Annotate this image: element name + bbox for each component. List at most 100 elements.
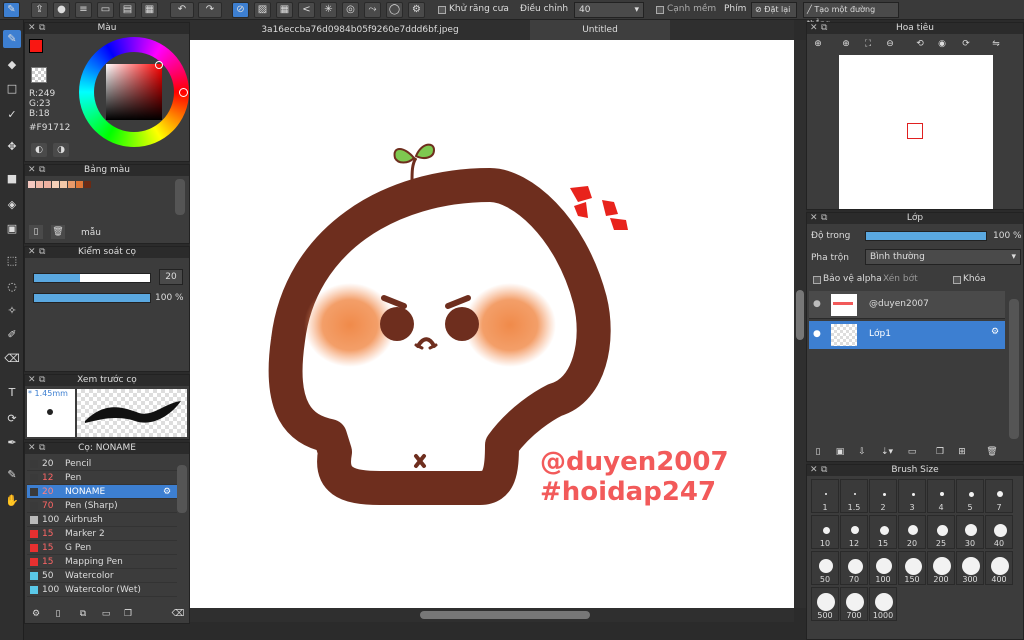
color-mix-icon[interactable]: ◑: [53, 143, 69, 157]
navigator-viewport[interactable]: [907, 123, 923, 139]
brush-item[interactable]: 20 NONAME ⚙: [27, 485, 177, 499]
operation-icon[interactable]: ⟳: [3, 410, 21, 428]
hue-cursor[interactable]: [179, 88, 188, 97]
brush-size-option[interactable]: 12: [840, 515, 868, 549]
brush-icon[interactable]: ✎: [3, 30, 21, 48]
reset-rotation-icon[interactable]: ◉: [935, 37, 949, 51]
text-icon[interactable]: T: [3, 384, 21, 402]
brush-size-option[interactable]: 70: [840, 551, 868, 585]
vertical-scroll-thumb[interactable]: [796, 290, 804, 340]
saturation-square[interactable]: [106, 64, 162, 120]
copy-icon[interactable]: ❐: [121, 607, 135, 621]
brush-size-option[interactable]: 100: [869, 551, 897, 585]
navigator-preview[interactable]: [839, 55, 993, 209]
brush-item[interactable]: 100 Watercolor (Wet): [27, 583, 177, 597]
tab-document[interactable]: 3a16eccba76d0984b05f9260e7ddd6bf.jpeg: [190, 20, 530, 40]
brush-size-option[interactable]: 150: [898, 551, 926, 585]
brush-size-value[interactable]: 20: [159, 269, 183, 285]
palette-swatch[interactable]: [52, 181, 59, 188]
palette-icon[interactable]: ◐: [31, 143, 47, 157]
reset-button[interactable]: ⊘ Đặt lại: [751, 2, 797, 18]
curve-ruler-icon[interactable]: ⤳: [364, 2, 381, 18]
brush-size-option[interactable]: 50: [811, 551, 839, 585]
brush-size-option[interactable]: 20: [898, 515, 926, 549]
brush-size-option[interactable]: 500: [811, 587, 839, 621]
brush-size-option[interactable]: 40: [985, 515, 1013, 549]
canvas-vertical-scrollbar[interactable]: [794, 40, 806, 608]
smudge-icon[interactable]: ✓: [3, 106, 21, 124]
select-icon[interactable]: ⬚: [3, 252, 21, 270]
straight-line-button[interactable]: ╱ Tạo một đường thẳng: [803, 2, 899, 28]
palette-swatch[interactable]: [28, 181, 35, 188]
palette-scrollbar[interactable]: [175, 179, 185, 215]
adjust-select[interactable]: 40 ▾: [574, 2, 644, 18]
radial-icon[interactable]: ✳: [320, 2, 337, 18]
folder-icon[interactable]: ▭: [99, 607, 113, 621]
new-palette-icon[interactable]: ▯: [29, 225, 43, 239]
brush-item[interactable]: 12 Pen: [27, 471, 177, 485]
bucket-icon[interactable]: ◈: [3, 196, 21, 214]
brush-size-option[interactable]: 25: [927, 515, 955, 549]
flip-icon[interactable]: ⇋: [989, 37, 1003, 51]
palette-swatch[interactable]: [68, 181, 75, 188]
palette-swatch[interactable]: [76, 181, 83, 188]
brush-size-option[interactable]: 10: [811, 515, 839, 549]
brush-size-option[interactable]: 700: [840, 587, 868, 621]
duplicate-layer-icon[interactable]: ❐: [933, 445, 947, 459]
magic-wand-icon[interactable]: ✧: [3, 302, 21, 320]
snap-off-icon[interactable]: ⊘: [232, 2, 249, 18]
zoom-in-icon[interactable]: ⊕: [811, 37, 825, 51]
brush-size-option[interactable]: 1.5: [840, 479, 868, 513]
new-layer-2-icon[interactable]: ▣: [833, 445, 847, 459]
palette-swatch[interactable]: [36, 181, 43, 188]
zoom-plus-icon[interactable]: ⊕: [839, 37, 853, 51]
brush-size-option[interactable]: 15: [869, 515, 897, 549]
select-pen-icon[interactable]: ✐: [3, 326, 21, 344]
palette-swatch[interactable]: [44, 181, 51, 188]
pen-icon[interactable]: ✎: [3, 466, 21, 484]
ellipse-ruler-icon[interactable]: ◯: [386, 2, 403, 18]
brush-size-option[interactable]: 2: [869, 479, 897, 513]
cross-ruler-icon[interactable]: ▦: [276, 2, 293, 18]
trash-icon[interactable]: 🗑: [51, 225, 65, 239]
delete-layer-icon[interactable]: 🗑: [985, 445, 999, 459]
brush-item[interactable]: 50 Watercolor: [27, 569, 177, 583]
brush-size-option[interactable]: 30: [956, 515, 984, 549]
brush-size-option[interactable]: 4: [927, 479, 955, 513]
gear-icon[interactable]: ⚙: [163, 485, 171, 499]
comment-icon[interactable]: ●: [53, 2, 70, 18]
soft-edge-checkbox[interactable]: [656, 6, 664, 14]
new-brush-icon[interactable]: ▯: [51, 607, 65, 621]
fit-icon[interactable]: ⛶: [861, 37, 875, 51]
brush-item[interactable]: 15 Marker 2: [27, 527, 177, 541]
brush-size-option[interactable]: 3: [898, 479, 926, 513]
duplicate-brush-icon[interactable]: ⧉: [73, 607, 93, 621]
transparent-swatch[interactable]: [31, 67, 47, 83]
zoom-out-icon[interactable]: ⊖: [883, 37, 897, 51]
layer-settings-icon[interactable]: ⊞: [955, 445, 969, 459]
drawing-canvas[interactable]: @duyen2007 #hoidap247: [190, 40, 794, 608]
blend-select[interactable]: Bình thường ▾: [865, 249, 1021, 265]
layer-folder-icon[interactable]: ▭: [905, 445, 919, 459]
brush-item[interactable]: 20 Pencil: [27, 457, 177, 471]
circle-ruler-icon[interactable]: ◎: [342, 2, 359, 18]
protect-alpha-checkbox[interactable]: [813, 276, 821, 284]
rect-select-icon[interactable]: □: [3, 80, 21, 98]
menu-icon[interactable]: ≡: [75, 2, 92, 18]
brush-size-option[interactable]: 400: [985, 551, 1013, 585]
brush-list-scrollbar[interactable]: [177, 465, 187, 513]
antialias-checkbox[interactable]: [438, 6, 446, 14]
brush-item[interactable]: 15 Mapping Pen: [27, 555, 177, 569]
export-icon[interactable]: ⇪: [31, 2, 48, 18]
palette-swatch[interactable]: [60, 181, 67, 188]
brush-size-option[interactable]: 1: [811, 479, 839, 513]
horizontal-scroll-thumb[interactable]: [420, 611, 590, 619]
brush-size-option[interactable]: 5: [956, 479, 984, 513]
hue-wheel[interactable]: [79, 37, 189, 147]
select-eraser-icon[interactable]: ⌫: [3, 350, 21, 368]
rotate-left-icon[interactable]: ⟲: [913, 37, 927, 51]
merge-icon[interactable]: ⇣▾: [877, 445, 897, 459]
brush-size-option[interactable]: 200: [927, 551, 955, 585]
sv-cursor[interactable]: [155, 61, 163, 69]
brush-item[interactable]: 100 Airbrush: [27, 513, 177, 527]
